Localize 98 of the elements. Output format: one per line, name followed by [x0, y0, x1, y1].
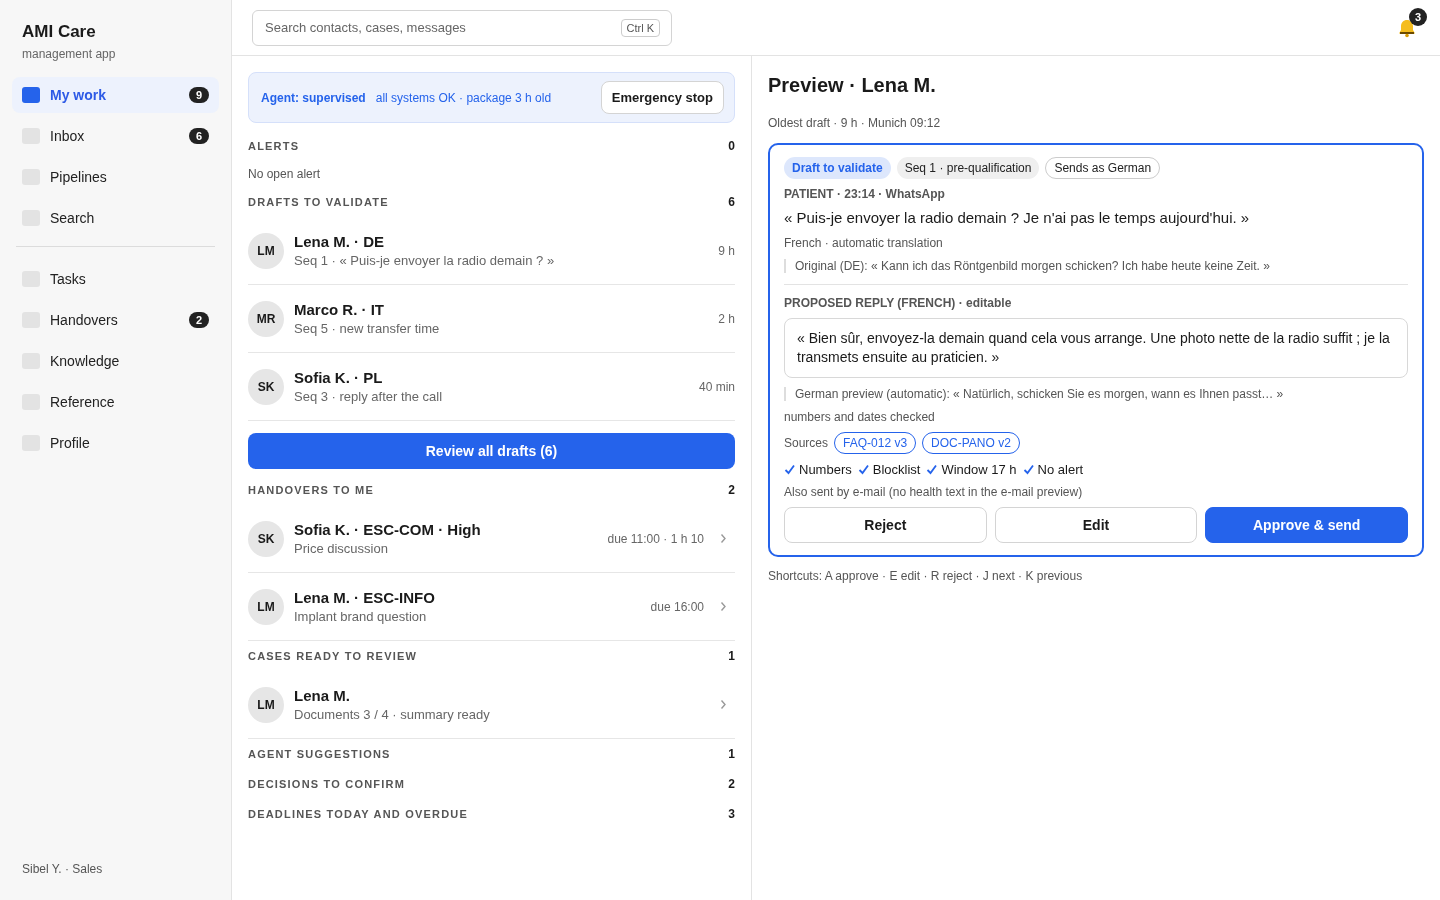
square-icon: [22, 87, 40, 103]
sources-label: Sources: [784, 436, 829, 450]
section-count: 3: [728, 807, 735, 821]
sidebar-item[interactable]: Inbox 6: [12, 118, 219, 154]
item-meta: 40 min: [698, 379, 735, 394]
item-title: Lena M.: [294, 687, 351, 704]
action-button[interactable]: Edit: [994, 507, 1198, 543]
nav-label: Tasks: [50, 271, 87, 287]
reply-field[interactable]: « Bien sûr, envoyez-la demain quand cela vous arrange. Une photo nette de la radio suffit ; je la transmets ensuite au praticien. »: [784, 318, 1408, 378]
list-item[interactable]: LM Lena M. · ESC-INFO Implant brand question due 16:00: [248, 573, 735, 641]
bell-icon: [1397, 17, 1417, 38]
check-label: Numbers: [799, 462, 852, 477]
nav-label: Profile: [50, 435, 91, 451]
german-preview: German preview (automatic): « Natürlich, schicken Sie es morgen, wann es Ihnen passt… »: [784, 387, 1408, 401]
sidebar-item[interactable]: Tasks: [12, 261, 219, 297]
original-text: Original (DE): « Kann ich das Röntgenbild morgen schicken? Ich habe heute keine Zeit. »: [784, 259, 1408, 273]
action-button[interactable]: Reject: [784, 507, 987, 543]
patient-message: « Puis-je envoyer la radio demain ? Je n'ai pas le temps aujourd'hui. »: [784, 209, 1251, 226]
check-label: Window 17 h: [941, 462, 1017, 477]
review-button[interactable]: Review all drafts (6): [248, 433, 735, 469]
avatar: SK: [248, 368, 284, 405]
sidebar-item[interactable]: My work 9: [12, 77, 219, 113]
nav-label: Search: [50, 210, 96, 226]
nav-label: My work: [50, 87, 107, 103]
count-badge: 6: [189, 128, 209, 144]
item-title: Lena M. · DE: [294, 233, 385, 250]
tag: Draft to validate: [784, 157, 891, 179]
check-note: numbers and dates checked: [784, 410, 936, 424]
avatar: SK: [248, 520, 284, 557]
section-title: DRAFTS TO VALIDATE: [248, 196, 389, 208]
nav-label: Reference: [50, 394, 116, 410]
sidebar-item[interactable]: Search: [12, 200, 219, 236]
item-meta: 9 h: [718, 243, 735, 258]
sidebar-item[interactable]: Handovers 2: [12, 302, 219, 338]
section-count: 1: [728, 747, 735, 761]
section-count: 1: [728, 649, 735, 663]
item-title: Sofia K. · PL: [294, 369, 384, 386]
list-item[interactable]: MR Marco R. · IT Seq 5 · new transfer time 2 h: [248, 285, 735, 353]
nav-label: Inbox: [50, 128, 86, 144]
app-subtitle: management app: [22, 47, 117, 61]
email-note: Also sent by e-mail (no health text in the e-mail preview): [784, 485, 1084, 499]
avatar: MR: [248, 300, 284, 337]
check-label: Blocklist: [872, 462, 921, 477]
section-title: DEADLINES TODAY AND OVERDUE: [248, 808, 469, 820]
nav-label: Handovers: [50, 312, 119, 328]
reply-label: PROPOSED REPLY (FRENCH) · editable: [784, 296, 1013, 310]
count-badge: 2: [189, 312, 209, 328]
item-meta: due 11:00 · 1 h 10: [607, 531, 704, 546]
shortcut-key: Ctrl K: [620, 18, 660, 37]
sidebar-item[interactable]: Pipelines: [12, 159, 219, 195]
list-item[interactable]: SK Sofia K. · ESC-COM · High Price discussion due 11:00 · 1 h 10: [248, 505, 735, 573]
sidebar-item[interactable]: Profile: [12, 425, 219, 461]
sidebar-item[interactable]: Reference: [12, 384, 219, 420]
count-badge: 9: [189, 87, 209, 103]
list-item[interactable]: LM Lena M. Documents 3 / 4 · summary ready: [248, 671, 735, 739]
list-item[interactable]: LM Lena M. · DE Seq 1 · « Puis-je envoyer la radio demain ? » 9 h: [248, 217, 735, 285]
user-label: Sibel Y. · Sales: [21, 862, 104, 876]
section-title: CASES READY TO REVIEW: [248, 650, 418, 662]
list-item[interactable]: SK Sofia K. · PL Seq 3 · reply after the call 40 min: [248, 353, 735, 421]
approve-button[interactable]: Approve & send: [1205, 507, 1408, 543]
agent-status: Agent: supervised: [261, 90, 366, 105]
app-title: AMI Care: [22, 22, 97, 42]
emergency-stop-button[interactable]: Emergency stop: [600, 81, 724, 114]
avatar: LM: [248, 588, 284, 625]
item-subtitle: Seq 5 · new transfer time: [294, 321, 441, 336]
item-subtitle: Seq 1 · « Puis-je envoyer la radio demain ? »: [294, 253, 556, 268]
item-title: Marco R. · IT: [294, 301, 385, 318]
check-label: No alert: [1037, 462, 1084, 477]
section-count: 6: [728, 195, 735, 209]
item-subtitle: Price discussion: [294, 541, 389, 556]
system-status: all systems OK · package 3 h old: [375, 90, 552, 105]
item-subtitle: Documents 3 / 4 · summary ready: [294, 707, 491, 722]
empty-message: No open alert: [248, 166, 322, 183]
item-meta: 2 h: [718, 311, 735, 326]
section-title: ALERTS: [248, 140, 300, 152]
nav-label: Pipelines: [50, 169, 108, 185]
item-subtitle: Implant brand question: [294, 609, 428, 624]
section-count: 0: [728, 139, 735, 153]
section-title: DECISIONS TO CONFIRM: [248, 778, 406, 790]
count-badge: 3: [1409, 7, 1427, 26]
tag: Seq 1 · pre-qualification: [896, 157, 1040, 179]
section-title: AGENT SUGGESTIONS: [248, 748, 391, 760]
avatar: LM: [248, 232, 284, 269]
preview-subtitle: Oldest draft · 9 h · Munich 09:12: [768, 116, 942, 130]
sidebar-item[interactable]: Knowledge: [12, 343, 219, 379]
item-title: Lena M. · ESC-INFO: [294, 589, 436, 606]
section-count: 2: [728, 483, 735, 497]
preview-title: Preview · Lena M.: [768, 74, 937, 97]
item-meta: due 16:00: [650, 599, 704, 614]
shortcuts-hint: Shortcuts: A approve · E edit · R reject · J next · K previous: [768, 569, 1084, 583]
section-count: 2: [728, 777, 735, 791]
avatar: LM: [248, 686, 284, 723]
item-subtitle: Seq 3 · reply after the call: [294, 389, 444, 404]
translation-note: French · automatic translation: [784, 236, 944, 250]
nav-label: Knowledge: [50, 353, 121, 369]
message-meta: PATIENT · 23:14 · WhatsApp: [784, 187, 946, 201]
section-title: HANDOVERS TO ME: [248, 484, 374, 496]
item-title: Sofia K. · ESC-COM · High: [294, 521, 482, 538]
